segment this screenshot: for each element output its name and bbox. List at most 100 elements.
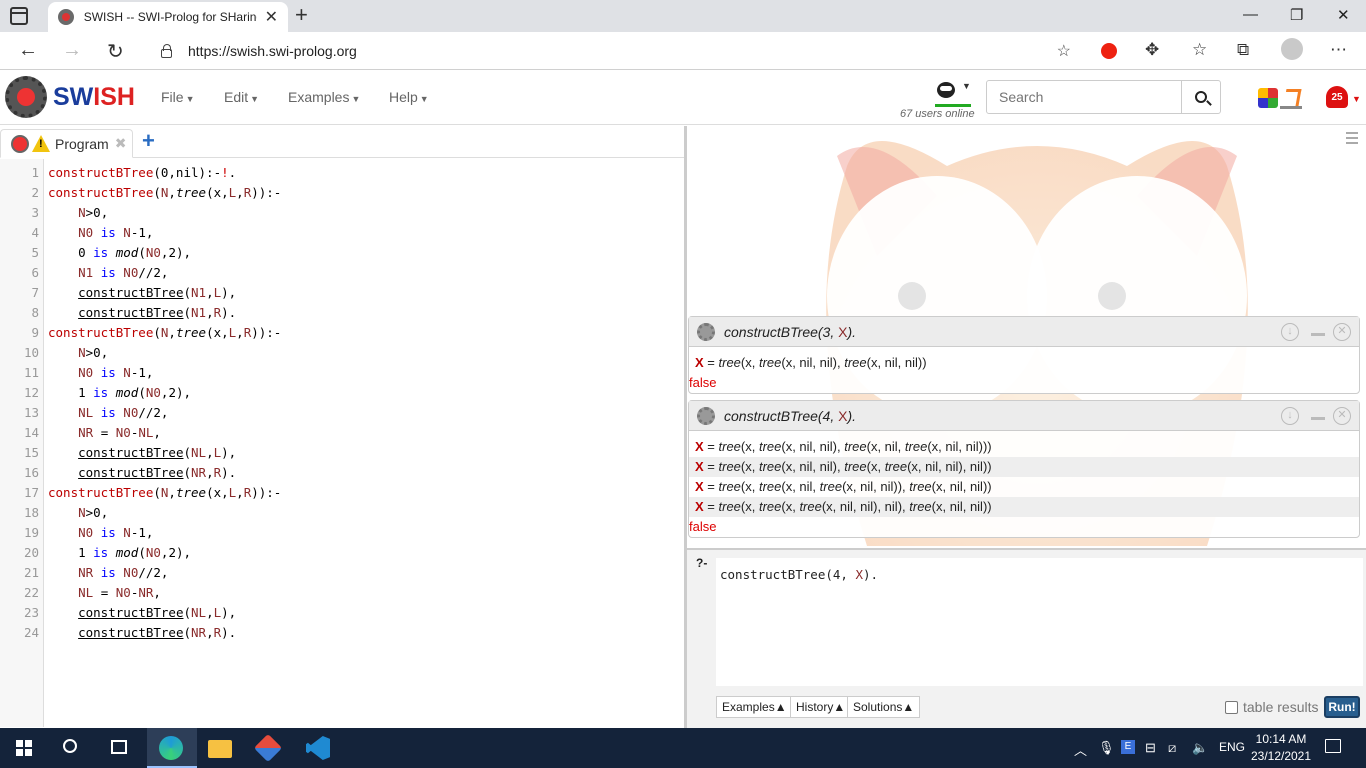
menu-help[interactable]: Help ▼ <box>389 89 429 105</box>
close-icon[interactable]: ✕ <box>1333 407 1351 425</box>
close-tab-icon[interactable]: ✕ <box>265 7 278 27</box>
google-icon[interactable] <box>1258 88 1278 108</box>
code-line: 6 N1 is N0//2, <box>0 263 684 283</box>
network-icon[interactable]: ⊟ <box>1145 740 1156 756</box>
download-icon[interactable]: ↓ <box>1281 323 1299 341</box>
task-view-icon[interactable] <box>111 740 127 754</box>
search-input[interactable] <box>986 80 1182 114</box>
file-explorer-icon[interactable] <box>208 740 232 758</box>
run-button[interactable]: Run! <box>1324 696 1360 718</box>
examples-button-label: Examples <box>722 700 775 714</box>
url-bar[interactable]: https://swish.swi-prolog.org ☆ <box>145 36 1083 66</box>
code-line: 4 N0 is N-1, <box>0 223 684 243</box>
close-icon[interactable]: ✖ <box>115 135 127 152</box>
minimize-icon[interactable] <box>1311 333 1325 336</box>
solutions-button[interactable]: Solutions▲ <box>847 696 921 718</box>
new-tab-icon[interactable]: + <box>295 2 308 28</box>
minimize-icon[interactable] <box>1311 417 1325 420</box>
line-number: 18 <box>23 505 39 520</box>
cog-icon[interactable] <box>697 406 715 425</box>
code-text: constructBTree(N,tree(x,L,R)):- <box>48 485 282 500</box>
reload-icon[interactable]: ↻ <box>107 39 124 64</box>
adblock-icon[interactable] <box>1101 43 1117 59</box>
tab-actions-icon[interactable] <box>10 7 28 25</box>
code-line: 12 1 is mod(N0,2), <box>0 383 684 403</box>
answer-row: X = tree(x, tree(x, nil, nil), tree(x, n… <box>695 355 927 370</box>
query-text[interactable]: constructBTree(3, X). <box>724 324 856 340</box>
solutions-button-label: Solutions <box>853 700 903 714</box>
answer-false: false <box>689 519 717 534</box>
add-favorite-icon[interactable]: ☆ <box>1057 41 1071 61</box>
forward-icon[interactable]: → <box>62 39 82 62</box>
display-icon[interactable]: ⧄ <box>1168 740 1176 756</box>
favorites-icon[interactable]: ☆ <box>1192 40 1207 60</box>
line-number: 2 <box>31 185 39 200</box>
volume-icon[interactable]: 🔈 <box>1192 740 1208 756</box>
minimize-icon[interactable]: — <box>1243 6 1258 23</box>
warning-icon <box>32 135 50 152</box>
code-text: N0 is N-1, <box>78 225 154 240</box>
line-number: 16 <box>23 465 39 480</box>
chevron-up-icon[interactable]: ︿ <box>1074 740 1087 759</box>
url-text: https://swish.swi-prolog.org <box>188 43 357 59</box>
tab-program[interactable]: Program ✖ <box>0 129 133 158</box>
caret-down-icon[interactable]: ▼ <box>1352 94 1361 104</box>
code-text: constructBTree(N,tree(x,L,R)):- <box>48 325 282 340</box>
query-editor[interactable]: constructBTree(4, X). <box>716 558 1363 686</box>
back-icon[interactable]: ← <box>18 39 38 62</box>
stackoverflow-icon[interactable] <box>1280 87 1302 109</box>
menu-edit[interactable]: Edit ▼ <box>224 89 259 105</box>
swish-logo-icon[interactable] <box>5 76 47 118</box>
answer-row: X = tree(x, tree(x, tree(x, nil, nil), n… <box>689 497 1359 517</box>
edge-icon[interactable] <box>159 736 183 760</box>
extensions-icon[interactable]: ✥ <box>1145 40 1159 60</box>
swish-brand[interactable]: SWISH <box>53 83 135 112</box>
menu-file[interactable]: File ▼ <box>161 89 194 105</box>
line-number: 13 <box>23 405 39 420</box>
windows-start-icon[interactable] <box>16 740 32 756</box>
search-button[interactable] <box>1181 80 1221 114</box>
git-icon[interactable] <box>253 733 283 763</box>
taskbar-clock[interactable]: 10:14 AM 23/12/2021 <box>1250 731 1312 765</box>
code-line: 15 constructBTree(NL,L), <box>0 443 684 463</box>
cog-icon[interactable] <box>697 322 715 341</box>
user-avatar[interactable] <box>937 82 955 98</box>
line-number: 10 <box>23 345 39 360</box>
download-icon[interactable]: ↓ <box>1281 407 1299 425</box>
menu-icon[interactable] <box>1346 132 1358 144</box>
vscode-icon[interactable] <box>306 736 330 760</box>
search-icon <box>1195 91 1207 103</box>
collections-icon[interactable]: ⧉ <box>1237 40 1249 60</box>
brand-sw: SW <box>53 83 94 111</box>
editor-tab-bar: Program ✖ + <box>0 126 684 158</box>
notification-center-icon[interactable] <box>1325 739 1341 753</box>
code-line: 2 constructBTree(N,tree(x,L,R)):- <box>0 183 684 203</box>
add-tab-icon[interactable]: + <box>142 128 155 154</box>
code-line: 18 N>0, <box>0 503 684 523</box>
answer-false: false <box>689 375 717 390</box>
more-icon[interactable]: ⋯ <box>1330 40 1347 60</box>
code-text: constructBTree(NR,R). <box>78 465 237 480</box>
restore-icon[interactable]: ❐ <box>1290 6 1303 24</box>
microphone-icon[interactable]: 🎙 <box>1098 740 1115 756</box>
examples-button[interactable]: Examples▲ <box>716 696 793 718</box>
browser-tab-bar: SWISH -- SWI-Prolog for SHaring ✕ + — ❐ … <box>0 0 1366 32</box>
line-number: 23 <box>23 605 39 620</box>
input-language[interactable]: ENG <box>1219 740 1245 754</box>
taskbar-search-icon[interactable] <box>63 739 77 753</box>
close-icon[interactable]: ✕ <box>1333 323 1351 341</box>
table-results-checkbox[interactable] <box>1225 701 1238 714</box>
app-tray-icon[interactable]: E <box>1121 740 1135 754</box>
menu-examples[interactable]: Examples ▼ <box>288 89 360 105</box>
browser-tab[interactable]: SWISH -- SWI-Prolog for SHaring ✕ <box>48 2 288 32</box>
table-results-label: table results <box>1243 699 1319 715</box>
caret-down-icon[interactable]: ▼ <box>962 81 971 91</box>
query-text[interactable]: constructBTree(4, X). <box>724 408 856 424</box>
query-result-box: constructBTree(4, X). ↓ ✕ X = tree(x, tree(… <box>688 400 1360 538</box>
history-button[interactable]: History▲ <box>790 696 852 718</box>
line-number: 4 <box>31 225 39 240</box>
code-editor[interactable]: 1 constructBTree(0,nil):-!. 2 constructBTre… <box>0 159 684 727</box>
close-window-icon[interactable]: ✕ <box>1337 6 1350 24</box>
code-text: NL is N0//2, <box>78 405 169 420</box>
profile-icon[interactable] <box>1281 38 1303 60</box>
